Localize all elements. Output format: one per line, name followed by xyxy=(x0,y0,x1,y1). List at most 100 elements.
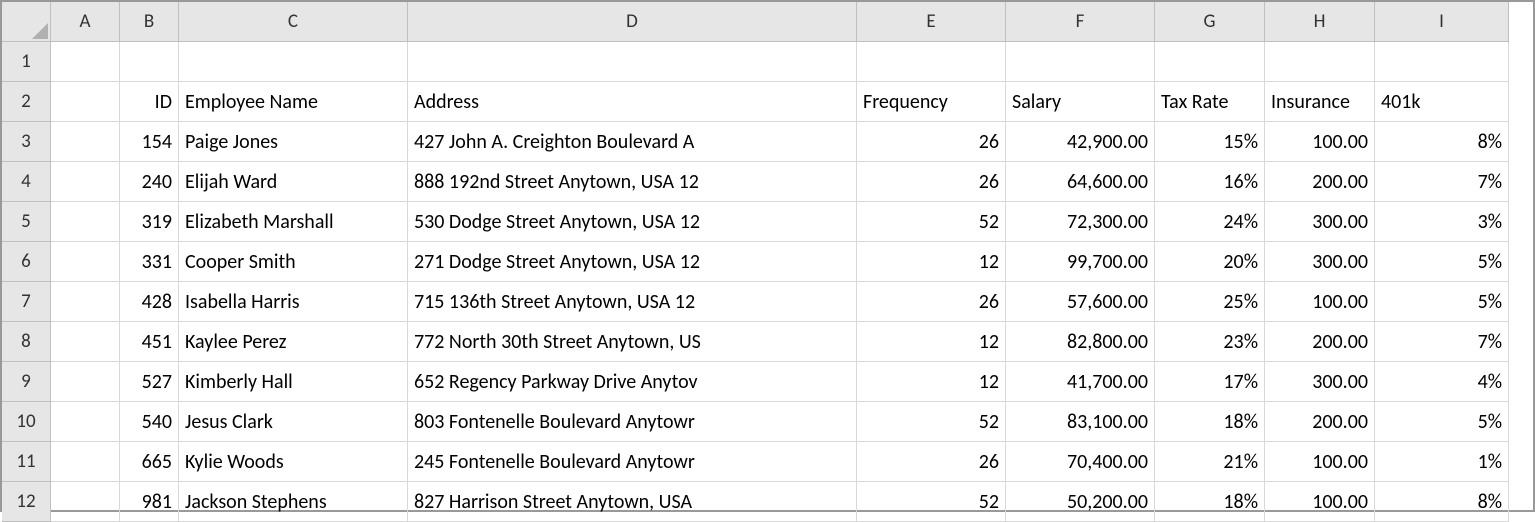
cell-E5[interactable]: 52 xyxy=(857,202,1006,242)
cell-H3[interactable]: 100.00 xyxy=(1265,122,1375,162)
cell-H10[interactable]: 200.00 xyxy=(1265,402,1375,442)
cell-G7[interactable]: 25% xyxy=(1155,282,1265,322)
cell-E11[interactable]: 26 xyxy=(857,442,1006,482)
cell-B3[interactable]: 154 xyxy=(120,122,179,162)
cell-F5[interactable]: 72,300.00 xyxy=(1006,202,1155,242)
cell-D12[interactable]: 827 Harrison Street Anytown, USA xyxy=(408,482,857,522)
spreadsheet-grid[interactable]: A B C D E F G H I 1 2 ID Employee Name A… xyxy=(2,2,1533,522)
row-header-3[interactable]: 3 xyxy=(2,122,51,162)
cell-A8[interactable] xyxy=(51,322,120,362)
cell-F3[interactable]: 42,900.00 xyxy=(1006,122,1155,162)
col-header-B[interactable]: B xyxy=(120,2,179,42)
row-header-8[interactable]: 8 xyxy=(2,322,51,362)
cell-D3[interactable]: 427 John A. Creighton Boulevard A xyxy=(408,122,857,162)
cell-F2[interactable]: Salary xyxy=(1006,82,1155,122)
cell-E10[interactable]: 52 xyxy=(857,402,1006,442)
col-header-D[interactable]: D xyxy=(408,2,857,42)
cell-C6[interactable]: Cooper Smith xyxy=(179,242,408,282)
col-header-H[interactable]: H xyxy=(1265,2,1375,42)
cell-C5[interactable]: Elizabeth Marshall xyxy=(179,202,408,242)
cell-I1[interactable] xyxy=(1375,42,1509,82)
cell-H11[interactable]: 100.00 xyxy=(1265,442,1375,482)
cell-E2[interactable]: Frequency xyxy=(857,82,1006,122)
cell-C7[interactable]: Isabella Harris xyxy=(179,282,408,322)
cell-F9[interactable]: 41,700.00 xyxy=(1006,362,1155,402)
cell-G11[interactable]: 21% xyxy=(1155,442,1265,482)
cell-D7[interactable]: 715 136th Street Anytown, USA 12 xyxy=(408,282,857,322)
cell-H4[interactable]: 200.00 xyxy=(1265,162,1375,202)
cell-B1[interactable] xyxy=(120,42,179,82)
cell-D11[interactable]: 245 Fontenelle Boulevard Anytowr xyxy=(408,442,857,482)
cell-G12[interactable]: 18% xyxy=(1155,482,1265,522)
cell-C8[interactable]: Kaylee Perez xyxy=(179,322,408,362)
cell-G8[interactable]: 23% xyxy=(1155,322,1265,362)
col-header-A[interactable]: A xyxy=(51,2,120,42)
cell-B10[interactable]: 540 xyxy=(120,402,179,442)
cell-G1[interactable] xyxy=(1155,42,1265,82)
cell-F7[interactable]: 57,600.00 xyxy=(1006,282,1155,322)
cell-E9[interactable]: 12 xyxy=(857,362,1006,402)
cell-A6[interactable] xyxy=(51,242,120,282)
row-header-1[interactable]: 1 xyxy=(2,42,51,82)
cell-D2[interactable]: Address xyxy=(408,82,857,122)
cell-F4[interactable]: 64,600.00 xyxy=(1006,162,1155,202)
cell-F10[interactable]: 83,100.00 xyxy=(1006,402,1155,442)
cell-B9[interactable]: 527 xyxy=(120,362,179,402)
cell-D1[interactable] xyxy=(408,42,857,82)
cell-F1[interactable] xyxy=(1006,42,1155,82)
cell-C11[interactable]: Kylie Woods xyxy=(179,442,408,482)
cell-G10[interactable]: 18% xyxy=(1155,402,1265,442)
col-header-C[interactable]: C xyxy=(179,2,408,42)
cell-G9[interactable]: 17% xyxy=(1155,362,1265,402)
cell-H7[interactable]: 100.00 xyxy=(1265,282,1375,322)
cell-I3[interactable]: 8% xyxy=(1375,122,1509,162)
cell-A9[interactable] xyxy=(51,362,120,402)
cell-A5[interactable] xyxy=(51,202,120,242)
cell-I5[interactable]: 3% xyxy=(1375,202,1509,242)
select-all-corner[interactable] xyxy=(2,2,51,42)
cell-G2[interactable]: Tax Rate xyxy=(1155,82,1265,122)
cell-I9[interactable]: 4% xyxy=(1375,362,1509,402)
cell-D6[interactable]: 271 Dodge Street Anytown, USA 12 xyxy=(408,242,857,282)
row-header-5[interactable]: 5 xyxy=(2,202,51,242)
cell-G6[interactable]: 20% xyxy=(1155,242,1265,282)
cell-A4[interactable] xyxy=(51,162,120,202)
cell-B4[interactable]: 240 xyxy=(120,162,179,202)
cell-I4[interactable]: 7% xyxy=(1375,162,1509,202)
cell-A1[interactable] xyxy=(51,42,120,82)
col-header-E[interactable]: E xyxy=(857,2,1006,42)
cell-G3[interactable]: 15% xyxy=(1155,122,1265,162)
cell-C4[interactable]: Elijah Ward xyxy=(179,162,408,202)
col-header-G[interactable]: G xyxy=(1155,2,1265,42)
cell-H9[interactable]: 300.00 xyxy=(1265,362,1375,402)
cell-H6[interactable]: 300.00 xyxy=(1265,242,1375,282)
cell-C10[interactable]: Jesus Clark xyxy=(179,402,408,442)
row-header-9[interactable]: 9 xyxy=(2,362,51,402)
cell-D4[interactable]: 888 192nd Street Anytown, USA 12 xyxy=(408,162,857,202)
cell-C3[interactable]: Paige Jones xyxy=(179,122,408,162)
cell-A11[interactable] xyxy=(51,442,120,482)
cell-I10[interactable]: 5% xyxy=(1375,402,1509,442)
cell-E1[interactable] xyxy=(857,42,1006,82)
row-header-7[interactable]: 7 xyxy=(2,282,51,322)
cell-I6[interactable]: 5% xyxy=(1375,242,1509,282)
row-header-4[interactable]: 4 xyxy=(2,162,51,202)
cell-I11[interactable]: 1% xyxy=(1375,442,1509,482)
col-header-F[interactable]: F xyxy=(1006,2,1155,42)
cell-E12[interactable]: 52 xyxy=(857,482,1006,522)
cell-C2[interactable]: Employee Name xyxy=(179,82,408,122)
cell-F6[interactable]: 99,700.00 xyxy=(1006,242,1155,282)
cell-G4[interactable]: 16% xyxy=(1155,162,1265,202)
cell-E8[interactable]: 12 xyxy=(857,322,1006,362)
cell-B8[interactable]: 451 xyxy=(120,322,179,362)
cell-B7[interactable]: 428 xyxy=(120,282,179,322)
cell-B6[interactable]: 331 xyxy=(120,242,179,282)
cell-B5[interactable]: 319 xyxy=(120,202,179,242)
cell-A12[interactable] xyxy=(51,482,120,522)
cell-C12[interactable]: Jackson Stephens xyxy=(179,482,408,522)
cell-F8[interactable]: 82,800.00 xyxy=(1006,322,1155,362)
cell-H8[interactable]: 200.00 xyxy=(1265,322,1375,362)
col-header-I[interactable]: I xyxy=(1375,2,1509,42)
cell-F12[interactable]: 50,200.00 xyxy=(1006,482,1155,522)
cell-D9[interactable]: 652 Regency Parkway Drive Anytov xyxy=(408,362,857,402)
